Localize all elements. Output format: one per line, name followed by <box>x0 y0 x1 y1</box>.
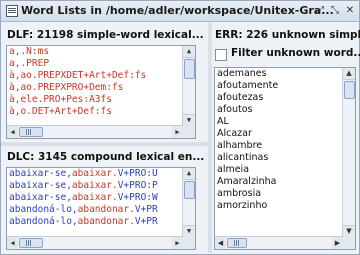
entry-part-b: abaixar. <box>71 180 118 191</box>
word-lists-window: Word Lists in /home/adler/workspace/Unit… <box>0 0 360 255</box>
scroll-up-icon[interactable]: ▲ <box>183 168 195 180</box>
err-vscrollbar[interactable]: ▲ ▼ <box>342 68 355 237</box>
scroll-right-icon[interactable]: ▶ <box>172 237 183 249</box>
scroll-down-icon[interactable]: ▼ <box>183 114 195 126</box>
list-item[interactable]: a,.N:ms <box>7 46 195 58</box>
entry-part-b: abaixar. <box>71 168 118 179</box>
entry-part-c: V+PRO:U <box>117 168 158 179</box>
list-item[interactable]: amorzinho <box>215 200 355 212</box>
restore-icon[interactable]: ⤢ <box>314 5 326 16</box>
dlf-vscroll-thumb[interactable] <box>184 59 195 79</box>
list-item[interactable]: alhambre <box>215 140 355 152</box>
dlc-list[interactable]: abaixar-se,abaixar.V+PRO:U abaixar-se,aba… <box>6 167 196 250</box>
title-bar[interactable]: Word Lists in /home/adler/workspace/Unit… <box>1 1 359 22</box>
dlf-vscrollbar[interactable]: ▲ ▼ <box>182 46 195 126</box>
list-item[interactable]: Alcazar <box>215 128 355 140</box>
dlc-vscrollbar[interactable]: ▲ ▼ <box>182 168 195 237</box>
scroll-up-icon[interactable]: ▲ <box>343 68 355 80</box>
entry-part-a: à,o.DET+Art+Def:fs <box>9 106 112 117</box>
list-item[interactable]: à,ele.PRO+Pes:A3fs <box>7 94 195 106</box>
entry-part-c: V+PRO:W <box>117 192 158 203</box>
list-item[interactable]: abandoná-lo,abandonar.V+PR <box>7 204 195 216</box>
scroll-right-icon[interactable]: ▶ <box>332 237 343 249</box>
list-item[interactable]: afoutamente <box>215 80 355 92</box>
dlc-hscrollbar[interactable]: ◀ ▶ <box>7 236 183 249</box>
maximize-icon[interactable]: ⤡ <box>329 5 341 16</box>
entry-part-b: abaixar. <box>71 192 118 203</box>
list-item[interactable]: à,o.DET+Art+Def:fs <box>7 106 195 118</box>
entry-part-b: abandonar. <box>77 216 135 227</box>
scroll-left-icon[interactable]: ◀ <box>7 237 18 249</box>
list-item[interactable]: almeia <box>215 164 355 176</box>
filter-checkbox[interactable] <box>215 49 227 61</box>
entry-part-c: V+PRO:P <box>117 180 158 191</box>
scroll-right-icon[interactable]: ▶ <box>172 126 183 138</box>
entry-part-a: abandoná-lo, <box>9 204 78 215</box>
vertical-splitter[interactable] <box>208 23 212 253</box>
entry-part-a: abaixar-se, <box>9 168 72 179</box>
entry-part-a: abaixar-se, <box>9 180 72 191</box>
entry-part-a: a,.N:ms <box>9 46 50 57</box>
filter-label[interactable]: Filter unknown word... <box>231 47 360 59</box>
scroll-down-icon[interactable]: ▼ <box>343 225 355 237</box>
horizontal-splitter[interactable] <box>1 142 208 146</box>
list-item[interactable]: abaixar-se,abaixar.V+PRO:U <box>7 168 195 180</box>
window-title: Word Lists in /home/adler/workspace/Unit… <box>21 4 334 17</box>
entry-part-c: V+PR <box>134 216 158 227</box>
dlf-title: DLF: 21198 simple-word lexical... <box>7 29 204 41</box>
list-item[interactable]: ademanes <box>215 68 355 80</box>
err-vscroll-thumb[interactable] <box>344 81 355 99</box>
list-item[interactable]: alicantinas <box>215 152 355 164</box>
window-list-icon <box>6 5 18 17</box>
dlf-list[interactable]: a,.N:ms a,.PREP à,ao.PREPXDET+Art+Def:fs à,… <box>6 45 196 139</box>
scroll-left-icon[interactable]: ◀ <box>215 237 226 249</box>
scroll-down-icon[interactable]: ▼ <box>183 225 195 237</box>
scroll-left-icon[interactable]: ◀ <box>7 126 18 138</box>
scroll-up-icon[interactable]: ▲ <box>183 46 195 58</box>
err-hscroll-thumb[interactable] <box>227 238 247 248</box>
entry-part-a: à,ao.PREPXPRO+Dem:fs <box>9 82 124 93</box>
list-item[interactable]: abandoná-lo,abandonar.V+PR <box>7 216 195 228</box>
list-item[interactable]: à,ao.PREPXDET+Art+Def:fs <box>7 70 195 82</box>
entry-part-a: a,.PREP <box>9 58 50 69</box>
list-item[interactable]: afoutos <box>215 104 355 116</box>
list-item[interactable]: a,.PREP <box>7 58 195 70</box>
dlc-title: DLC: 3145 compound lexical en... <box>7 151 205 163</box>
entry-part-a: abandoná-lo, <box>9 216 78 227</box>
entry-part-a: à,ao.PREPXDET+Art+Def:fs <box>9 70 147 81</box>
dlf-hscrollbar[interactable]: ◀ ▶ <box>7 125 183 138</box>
err-hscrollbar[interactable]: ◀ ▶ <box>215 236 343 249</box>
err-title: ERR: 226 unknown simpl... <box>215 29 360 41</box>
list-item[interactable]: Amaralzinha <box>215 176 355 188</box>
close-icon[interactable]: ✕ <box>344 5 356 16</box>
list-item[interactable]: abaixar-se,abaixar.V+PRO:W <box>7 192 195 204</box>
list-item[interactable]: AL <box>215 116 355 128</box>
err-list[interactable]: ademanes afoutamente afoutezas afoutos AL Alc… <box>214 67 356 250</box>
dlc-hscroll-thumb[interactable] <box>19 238 43 248</box>
dlf-hscroll-thumb[interactable] <box>19 127 43 137</box>
dlc-vscroll-thumb[interactable] <box>184 181 195 199</box>
list-item[interactable]: afoutezas <box>215 92 355 104</box>
list-item[interactable]: ambrosia <box>215 188 355 200</box>
entry-part-c: V+PR <box>134 204 158 215</box>
list-item[interactable]: abaixar-se,abaixar.V+PRO:P <box>7 180 195 192</box>
entry-part-a: abaixar-se, <box>9 192 72 203</box>
entry-part-a: à,ele.PRO+Pes:A3fs <box>9 94 112 105</box>
entry-part-b: abandonar. <box>77 204 135 215</box>
list-item[interactable]: à,ao.PREPXPRO+Dem:fs <box>7 82 195 94</box>
